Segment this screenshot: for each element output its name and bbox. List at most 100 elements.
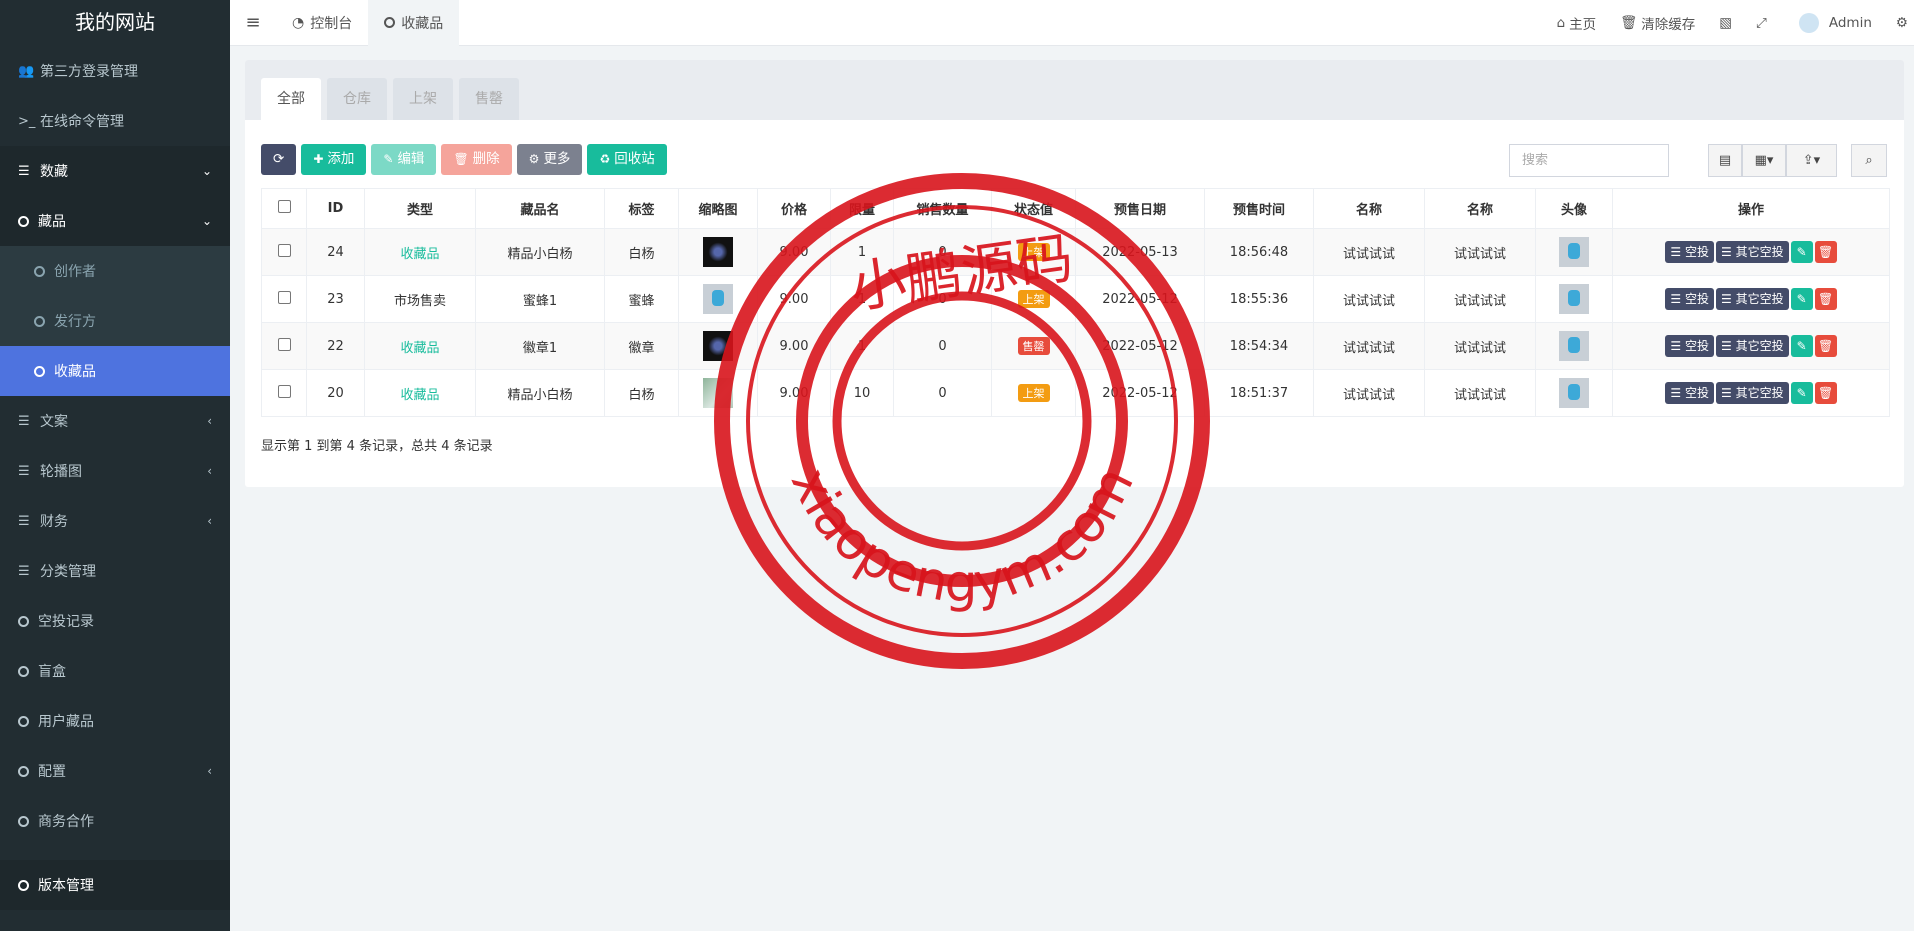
- edit-row-button[interactable]: ✎: [1790, 241, 1813, 263]
- trash-icon: 🗑: [1620, 15, 1638, 31]
- col-header[interactable]: ID: [306, 188, 365, 229]
- col-header[interactable]: 操作: [1612, 188, 1890, 229]
- edit-row-button[interactable]: ✎: [1790, 382, 1813, 404]
- sidebar-item[interactable]: 配置 ‹: [0, 746, 230, 796]
- edit-row-button[interactable]: ✎: [1790, 288, 1813, 310]
- col-header[interactable]: 名称: [1424, 188, 1536, 229]
- sidebar-item[interactable]: >_ 在线命令管理: [0, 96, 230, 146]
- row-checkbox[interactable]: [277, 384, 291, 398]
- col-header[interactable]: 限量: [830, 188, 894, 229]
- sidebar-item[interactable]: 空投记录: [0, 596, 230, 646]
- row-type[interactable]: 收藏品: [400, 341, 439, 356]
- col-header[interactable]: 头像: [1535, 188, 1613, 229]
- delete-row-button[interactable]: 🗑: [1814, 288, 1837, 310]
- col-header[interactable]: 状态值: [991, 188, 1076, 229]
- tab-collection[interactable]: 收藏品: [368, 0, 460, 46]
- delete-button[interactable]: 🗑 删除: [441, 144, 512, 175]
- sidebar-item[interactable]: ☰ 分类管理: [0, 546, 230, 596]
- checkbox[interactable]: [277, 200, 291, 213]
- delete-row-button[interactable]: 🗑: [1814, 241, 1837, 263]
- table-row[interactable]: 23 市场售卖 蜜蜂1 蜜蜂 9.00 1 0 上架 2022-05-12 18:55:36 试试试…: [261, 275, 1890, 323]
- row-checkbox[interactable]: [277, 243, 291, 257]
- settings-icon[interactable]: ⚙: [1884, 0, 1914, 46]
- row-checkbox[interactable]: [277, 290, 291, 304]
- sidebar-item[interactable]: ☰ 数藏 ⌄: [0, 146, 230, 196]
- home-link[interactable]: ⌂ 主页: [1545, 0, 1609, 46]
- table-row[interactable]: 24 收藏品 精品小白杨 白杨 9.00 1 0 上架 2022-05-13 18:56:48 试试…: [261, 228, 1890, 276]
- recycle-bin-button[interactable]: ♻ 回收站: [587, 144, 667, 175]
- tab-sold-out[interactable]: 售罄: [459, 78, 519, 120]
- add-button[interactable]: ✚ 添加: [301, 144, 367, 175]
- col-header[interactable]: 类型: [364, 188, 476, 229]
- tab-listed[interactable]: 上架: [393, 78, 453, 120]
- avatar-image[interactable]: [1559, 331, 1589, 361]
- row-checkbox[interactable]: [277, 337, 291, 351]
- thumbnail-image[interactable]: [703, 284, 733, 314]
- clear-cache-button[interactable]: 🗑 清除缓存: [1608, 0, 1707, 46]
- edit-button[interactable]: ✎ 编辑: [371, 144, 437, 175]
- col-header[interactable]: 标签: [604, 188, 679, 229]
- more-button[interactable]: ⚙ 更多: [516, 144, 583, 175]
- language-icon[interactable]: ▧: [1707, 0, 1744, 46]
- sidebar-item[interactable]: 版本管理: [0, 860, 230, 910]
- airdrop-button[interactable]: ☰ 空投: [1665, 241, 1714, 263]
- other-airdrop-button[interactable]: ☰ 其它空投: [1716, 288, 1789, 310]
- row-type[interactable]: 收藏品: [400, 247, 439, 262]
- thumbnail-image[interactable]: [703, 331, 733, 361]
- toggle-view-button[interactable]: ▤: [1708, 144, 1742, 177]
- col-header[interactable]: 预售日期: [1075, 188, 1205, 229]
- sidebar-item[interactable]: 发行方: [0, 296, 230, 346]
- tab-dashboard[interactable]: ◔ 控制台: [276, 0, 368, 46]
- thumbnail-image[interactable]: [703, 378, 733, 408]
- other-airdrop-button[interactable]: ☰ 其它空投: [1716, 382, 1789, 404]
- col-header[interactable]: 价格: [757, 188, 831, 229]
- select-all-checkbox[interactable]: [261, 188, 307, 229]
- sidebar-item[interactable]: 用户藏品: [0, 696, 230, 746]
- avatar-image[interactable]: [1559, 378, 1589, 408]
- search-input[interactable]: 搜索: [1509, 144, 1669, 177]
- table-cell: 试试试试: [1424, 228, 1536, 276]
- table-cell: ☰ 空投 ☰ 其它空投 ✎ 🗑: [1612, 369, 1890, 417]
- edit-row-button[interactable]: ✎: [1790, 335, 1813, 357]
- col-header[interactable]: 销售数量: [893, 188, 992, 229]
- sidebar-item[interactable]: 创作者: [0, 246, 230, 296]
- avatar-image[interactable]: [1559, 237, 1589, 267]
- col-header[interactable]: 预售时间: [1204, 188, 1314, 229]
- sidebar-item[interactable]: ☰ 文案 ‹: [0, 396, 230, 446]
- col-header[interactable]: 缩略图: [678, 188, 758, 229]
- avatar-image[interactable]: [1559, 284, 1589, 314]
- refresh-button[interactable]: ⟳: [261, 144, 297, 175]
- table-cell: 蜜蜂1: [475, 275, 605, 323]
- columns-dropdown-button[interactable]: ▦▾: [1742, 144, 1786, 177]
- sidebar-item[interactable]: 收藏品: [0, 346, 230, 396]
- sidebar-item[interactable]: 盲盒: [0, 646, 230, 696]
- table-row[interactable]: 20 收藏品 精品小白杨 白杨 9.00 10 0 上架 2022-05-12 18:51:37 试…: [261, 369, 1890, 417]
- search-button[interactable]: ⌕: [1851, 144, 1887, 177]
- thumbnail-image[interactable]: [703, 237, 733, 267]
- row-type[interactable]: 收藏品: [400, 388, 439, 403]
- other-airdrop-button[interactable]: ☰ 其它空投: [1716, 241, 1789, 263]
- site-logo[interactable]: 我的网站: [0, 0, 230, 46]
- col-header[interactable]: 名称: [1313, 188, 1425, 229]
- delete-row-button[interactable]: 🗑: [1814, 335, 1837, 357]
- sidebar-item[interactable]: ☰ 轮播图 ‹: [0, 446, 230, 496]
- sidebar-item[interactable]: 👥 第三方登录管理: [0, 46, 230, 96]
- col-header[interactable]: 藏品名: [475, 188, 605, 229]
- tab-warehouse[interactable]: 仓库: [327, 78, 387, 120]
- export-dropdown-button[interactable]: ⇪▾: [1786, 144, 1837, 177]
- table-cell: [261, 322, 307, 370]
- sidebar-toggle-icon[interactable]: ≡: [230, 12, 276, 33]
- sidebar-item-label: 空投记录: [38, 614, 94, 630]
- other-airdrop-button[interactable]: ☰ 其它空投: [1716, 335, 1789, 357]
- airdrop-button[interactable]: ☰ 空投: [1665, 335, 1714, 357]
- table-row[interactable]: 22 收藏品 徽章1 徽章 9.00 1 0 售罄 2022-05-12 18:54:34 试试试试…: [261, 322, 1890, 370]
- sidebar-item[interactable]: 商务合作: [0, 796, 230, 846]
- airdrop-button[interactable]: ☰ 空投: [1665, 288, 1714, 310]
- tab-all[interactable]: 全部: [261, 78, 321, 120]
- fullscreen-icon[interactable]: ⤢: [1744, 0, 1779, 46]
- user-menu[interactable]: Admin: [1779, 0, 1884, 46]
- airdrop-button[interactable]: ☰ 空投: [1665, 382, 1714, 404]
- delete-row-button[interactable]: 🗑: [1814, 382, 1837, 404]
- sidebar-item[interactable]: ☰ 财务 ‹: [0, 496, 230, 546]
- sidebar-item[interactable]: 藏品 ⌄: [0, 196, 230, 246]
